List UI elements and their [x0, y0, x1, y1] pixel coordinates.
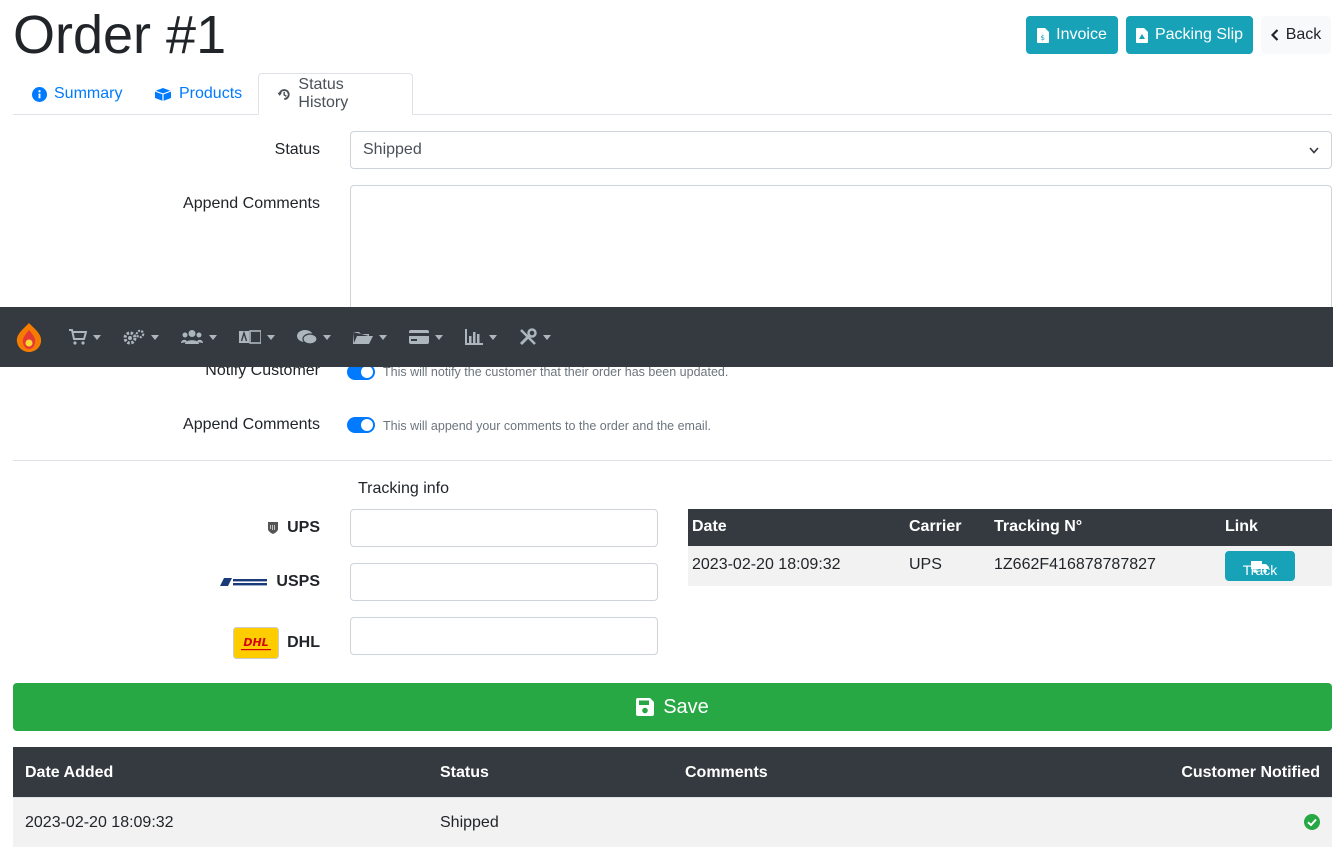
page-title: Order #1	[13, 5, 227, 65]
nav-reports[interactable]	[465, 329, 497, 345]
file-pdf-icon	[1135, 27, 1148, 43]
dhl-tracking-input[interactable]	[350, 617, 658, 655]
carrier-dhl: DHL DHL	[233, 627, 320, 659]
history-table-header: Date Added Status Comments Customer Noti…	[13, 747, 1332, 797]
comments-textarea[interactable]	[350, 185, 1332, 315]
admin-navbar	[0, 307, 1333, 367]
cogs-icon	[123, 329, 145, 345]
save-button[interactable]: Save	[13, 683, 1332, 731]
append-comments-label: Append Comments	[183, 195, 320, 212]
nav-cart[interactable]	[69, 329, 101, 345]
history-table: Date Added Status Comments Customer Noti…	[13, 747, 1332, 847]
tab-summary[interactable]: Summary	[14, 73, 140, 115]
boxes-icon	[154, 88, 172, 101]
nav-tools[interactable]	[519, 328, 551, 346]
chevron-down-icon	[1309, 146, 1319, 154]
tracking-table: Date Carrier Tracking N° Link 2023-02-20…	[688, 509, 1332, 586]
chart-icon	[465, 329, 483, 345]
cart-icon	[69, 329, 87, 345]
phoenix-logo-icon[interactable]	[13, 321, 45, 353]
usps-tracking-input[interactable]	[350, 563, 658, 601]
nav-configuration[interactable]	[123, 329, 159, 345]
nav-payments[interactable]	[409, 330, 443, 344]
status-label: Status	[274, 141, 320, 158]
ups-tracking-input[interactable]	[350, 509, 658, 547]
carrier-ups: UPS	[267, 519, 320, 537]
credit-card-icon	[409, 330, 429, 344]
append-comments-toggle-label: Append Comments	[183, 416, 320, 433]
chevron-left-icon	[1270, 29, 1278, 41]
history-icon	[277, 88, 290, 100]
users-icon	[181, 330, 203, 344]
file-invoice-icon: $	[1037, 27, 1050, 43]
comments-icon	[297, 330, 317, 345]
language-icon	[239, 330, 261, 344]
save-icon	[636, 698, 655, 716]
back-button[interactable]: Back	[1261, 16, 1331, 54]
section-divider	[13, 460, 1332, 461]
svg-text:DHL: DHL	[243, 636, 268, 649]
tracking-info-heading: Tracking info	[358, 480, 449, 497]
track-button[interactable]: Track	[1225, 551, 1295, 581]
notified-check-icon	[1304, 814, 1320, 835]
info-circle-icon	[32, 86, 47, 102]
dhl-logo-icon: DHL	[233, 627, 280, 659]
ups-logo-icon	[268, 522, 279, 534]
table-row: 2023-02-20 18:09:32 Shipped	[13, 797, 1332, 847]
tools-icon	[519, 328, 537, 346]
tab-products[interactable]: Products	[136, 73, 260, 115]
notify-help-text: This will notify the customer that their…	[383, 365, 729, 379]
append-help-text: This will append your comments to the or…	[383, 419, 711, 433]
nav-catalog[interactable]	[353, 330, 387, 345]
tracking-table-header: Date Carrier Tracking N° Link	[688, 509, 1332, 546]
nav-marketing[interactable]	[297, 329, 331, 345]
status-select[interactable]: Shipped	[350, 131, 1332, 169]
packing-slip-button[interactable]: Packing Slip	[1126, 16, 1253, 54]
tab-status-history[interactable]: Status History	[258, 73, 413, 115]
carrier-usps: USPS	[220, 573, 320, 591]
nav-customers[interactable]	[181, 329, 217, 345]
table-row: 2023-02-20 18:09:32 UPS 1Z662F4168787878…	[688, 546, 1332, 586]
invoice-button[interactable]: $ Invoice	[1026, 16, 1118, 54]
svg-text:$: $	[1041, 34, 1045, 42]
usps-logo-icon	[220, 578, 268, 586]
folder-icon	[353, 331, 373, 344]
append-comments-toggle[interactable]	[347, 417, 375, 433]
nav-localization[interactable]	[239, 330, 275, 344]
